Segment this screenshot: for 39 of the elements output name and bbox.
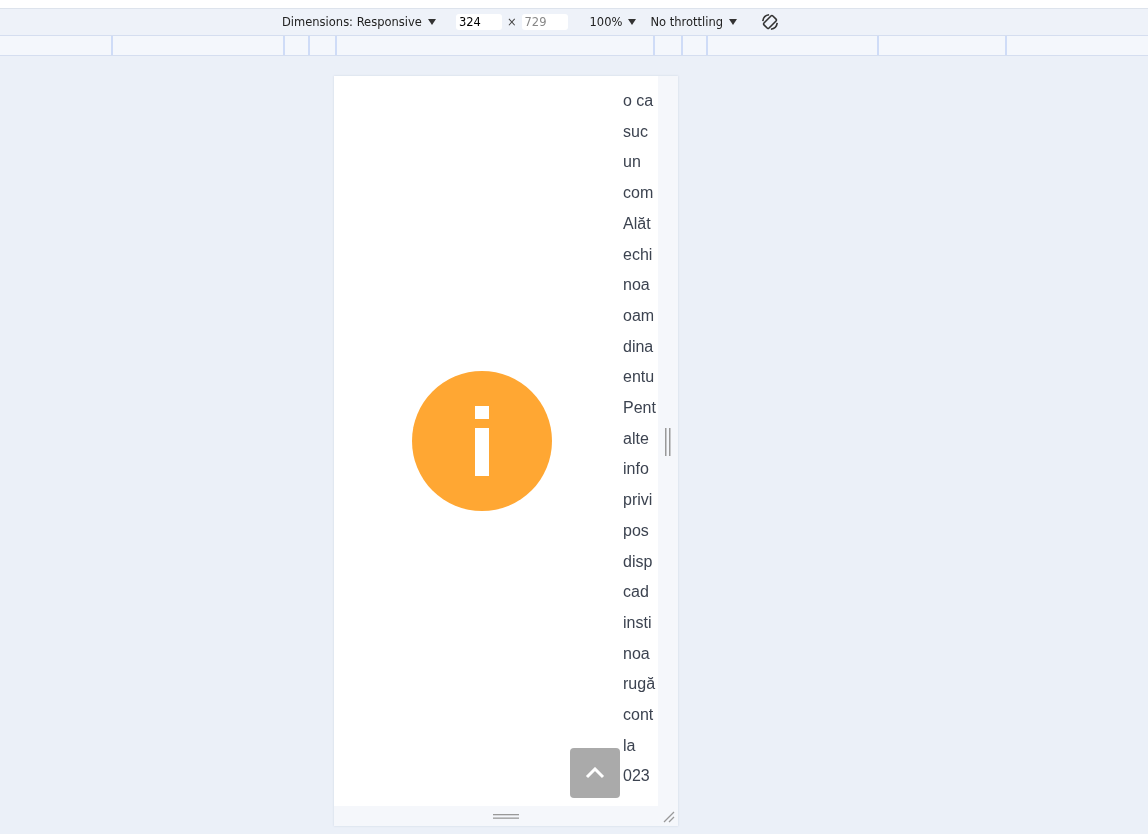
chevron-up-icon bbox=[585, 767, 605, 779]
text-line: pos bbox=[623, 520, 650, 541]
text-line: cont bbox=[623, 705, 655, 726]
text-line: un bbox=[623, 152, 642, 173]
text-line: o ca bbox=[623, 91, 655, 111]
text-line: disp bbox=[623, 551, 654, 572]
text-line: la bbox=[623, 735, 637, 756]
times-sign: × bbox=[506, 15, 517, 29]
text-line: suc bbox=[623, 121, 649, 142]
width-input[interactable]: 324 bbox=[455, 14, 502, 30]
rotate-icon[interactable] bbox=[761, 13, 780, 31]
zoom-dropdown[interactable]: 100% bbox=[589, 15, 637, 29]
caret-icon bbox=[628, 19, 637, 25]
text-line: entu bbox=[623, 367, 656, 388]
text-line: noa bbox=[623, 275, 651, 296]
text-line: alte bbox=[623, 428, 650, 449]
text-line: noa bbox=[623, 643, 651, 664]
resize-corner-icon[interactable] bbox=[663, 811, 675, 823]
text-line: oam bbox=[623, 305, 656, 326]
height-input[interactable]: 729 bbox=[521, 14, 568, 30]
caret-icon bbox=[427, 19, 436, 25]
text-line: Pent bbox=[623, 398, 657, 419]
text-line: com bbox=[623, 183, 655, 204]
scroll-to-top-button[interactable] bbox=[570, 748, 620, 798]
text-line: rugă bbox=[623, 674, 657, 695]
text-line: Alăt bbox=[623, 213, 652, 234]
text-line: dina bbox=[623, 336, 655, 357]
text-line: insti bbox=[623, 612, 653, 633]
info-icon bbox=[412, 371, 552, 511]
text-line: cad bbox=[623, 582, 650, 603]
text-line: info bbox=[623, 459, 650, 480]
dimensions-dropdown[interactable]: Dimensions: Responsive bbox=[282, 15, 436, 29]
text-line: privi bbox=[623, 490, 654, 511]
text-line: echi bbox=[623, 244, 654, 265]
throttling-dropdown[interactable]: No throttling bbox=[650, 15, 738, 29]
text-line: 023 bbox=[623, 766, 651, 787]
resize-grip-icon[interactable] bbox=[665, 428, 671, 456]
resize-handle-icon[interactable] bbox=[493, 813, 519, 819]
caret-icon bbox=[729, 19, 738, 25]
